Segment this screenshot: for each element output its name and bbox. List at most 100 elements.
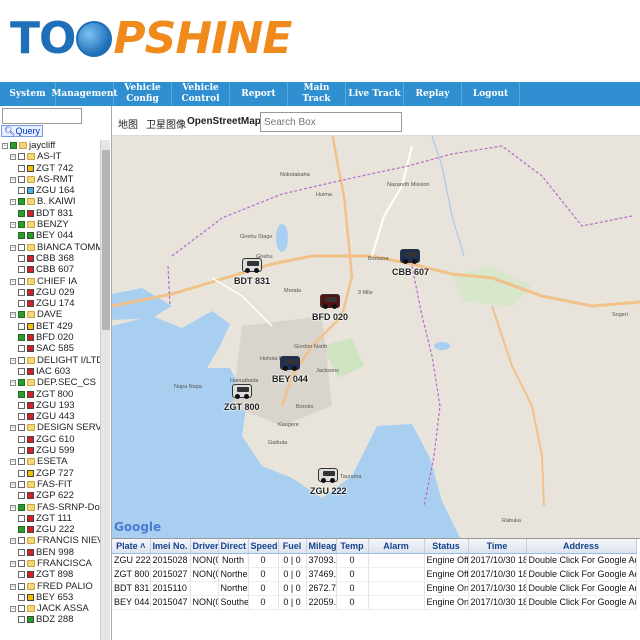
expand-collapse-icon[interactable]: − xyxy=(10,176,16,183)
tree-vehicle-item[interactable]: BEY 044 xyxy=(0,230,100,241)
tree-checkbox[interactable] xyxy=(18,492,25,500)
column-header[interactable]: Time xyxy=(468,539,527,554)
expand-collapse-icon[interactable]: − xyxy=(10,199,16,206)
expand-collapse-icon[interactable]: − xyxy=(10,583,16,590)
nav-system[interactable]: System xyxy=(0,82,56,106)
nav-report[interactable]: Report xyxy=(230,82,288,106)
tree-checkbox[interactable] xyxy=(18,413,25,421)
tree-vehicle-item[interactable]: CBB 368 xyxy=(0,253,100,264)
tree-checkbox[interactable] xyxy=(18,221,25,229)
nav-live-track[interactable]: Live Track xyxy=(346,82,404,106)
tree-group-item[interactable]: − BIANCA TOMME xyxy=(0,242,100,253)
tree-checkbox[interactable] xyxy=(18,605,25,613)
tree-group-item[interactable]: − DELIGHT I/LTD xyxy=(0,355,100,366)
vehicle-marker-icon[interactable] xyxy=(320,294,340,309)
tree-vehicle-item[interactable]: ZGU 443 xyxy=(0,411,100,422)
tree-checkbox[interactable] xyxy=(18,514,25,522)
tree-checkbox[interactable] xyxy=(18,480,25,488)
tree-vehicle-item[interactable]: ZGT 111 xyxy=(0,513,100,524)
column-header[interactable]: Driver xyxy=(190,539,219,554)
tree-vehicle-item[interactable]: BDT 831 xyxy=(0,208,100,219)
vehicle-marker-icon[interactable] xyxy=(318,468,338,483)
tree-vehicle-item[interactable]: ZGT 742 xyxy=(0,163,100,174)
expand-collapse-icon[interactable]: − xyxy=(10,606,16,613)
nav-vehicle-config[interactable]: Vehicle Config xyxy=(114,82,172,106)
column-header[interactable]: Address xyxy=(526,539,637,554)
tree-vehicle-item[interactable]: BFD 020 xyxy=(0,332,100,343)
table-row[interactable]: BDT 8312015110Northea00 | 02672.780Engin… xyxy=(112,581,637,596)
tree-checkbox[interactable] xyxy=(18,266,25,274)
expand-collapse-icon[interactable]: − xyxy=(10,504,16,511)
tree-checkbox[interactable] xyxy=(18,209,25,217)
tree-checkbox[interactable] xyxy=(18,175,25,183)
tree-vehicle-item[interactable]: ZGU 193 xyxy=(0,400,100,411)
vehicle-marker-icon[interactable] xyxy=(280,356,300,371)
tree-checkbox[interactable] xyxy=(18,571,25,579)
column-header[interactable]: Mileage xyxy=(306,539,337,554)
tree-vehicle-item[interactable]: ZGU 174 xyxy=(0,298,100,309)
expand-collapse-icon[interactable]: − xyxy=(10,538,16,545)
tree-vehicle-item[interactable]: ZGP 622 xyxy=(0,490,100,501)
column-header[interactable]: Temp xyxy=(336,539,369,554)
tree-group-item[interactable]: − ESETA xyxy=(0,456,100,467)
expand-collapse-icon[interactable]: − xyxy=(2,143,8,149)
nav-vehicle-control[interactable]: Vehicle Control xyxy=(172,82,230,106)
column-header[interactable]: Speed xyxy=(248,539,279,554)
tree-checkbox[interactable] xyxy=(18,559,25,567)
expand-collapse-icon[interactable]: − xyxy=(10,357,16,364)
tree-checkbox[interactable] xyxy=(10,142,17,149)
vehicle-search-input[interactable] xyxy=(2,108,82,124)
tree-checkbox[interactable] xyxy=(18,187,25,195)
scrollbar-thumb[interactable] xyxy=(102,150,110,330)
nav-management[interactable]: Management xyxy=(51,82,118,106)
expand-collapse-icon[interactable]: − xyxy=(10,560,16,567)
tree-vehicle-item[interactable]: BET 429 xyxy=(0,321,100,332)
tree-group-item[interactable]: − DEP.SEC_CS xyxy=(0,377,100,388)
tree-group-item[interactable]: − AS-RMT xyxy=(0,174,100,185)
tree-group-item[interactable]: − DAVE xyxy=(0,309,100,320)
tree-vehicle-item[interactable]: ZGU 599 xyxy=(0,445,100,456)
tree-checkbox[interactable] xyxy=(18,503,25,511)
tree-checkbox[interactable] xyxy=(18,198,25,206)
tree-checkbox[interactable] xyxy=(18,537,25,545)
nav-replay[interactable]: Replay xyxy=(404,82,462,106)
tree-vehicle-item[interactable]: ZGT 898 xyxy=(0,569,100,580)
tree-group-item[interactable]: − FRED PALIO xyxy=(0,581,100,592)
tree-group-item[interactable]: − AS-IT xyxy=(0,151,100,162)
tree-checkbox[interactable] xyxy=(18,153,25,161)
sidebar-scrollbar[interactable] xyxy=(100,140,110,640)
column-header[interactable]: Imei No. xyxy=(150,539,191,554)
tree-checkbox[interactable] xyxy=(18,401,25,409)
column-header[interactable]: Status xyxy=(424,539,469,554)
map-view[interactable]: 地图 卫星图像 OpenStreetMap Nokotabaha Huima Naz… xyxy=(112,106,640,538)
tab-openstreetmap[interactable]: OpenStreetMap xyxy=(187,116,261,127)
tree-checkbox[interactable] xyxy=(18,367,25,375)
expand-collapse-icon[interactable]: − xyxy=(10,380,16,387)
expand-collapse-icon[interactable]: − xyxy=(10,459,16,466)
tree-checkbox[interactable] xyxy=(18,548,25,556)
tree-group-item[interactable]: − JACK ASSA xyxy=(0,603,100,614)
column-header[interactable]: Plate ˄ xyxy=(112,539,151,554)
tree-group-item[interactable]: − FRANCISCA xyxy=(0,558,100,569)
vehicle-marker-icon[interactable] xyxy=(242,258,262,273)
query-button[interactable]: 🔍︎Query xyxy=(1,125,43,137)
tree-group-item[interactable]: − FRANCIS NIEVA xyxy=(0,535,100,546)
expand-collapse-icon[interactable]: − xyxy=(10,154,16,161)
expand-collapse-icon[interactable]: − xyxy=(10,481,16,488)
table-row[interactable]: ZGU 2222015028NON(0)North00 | 037093.50E… xyxy=(112,553,637,568)
tree-checkbox[interactable] xyxy=(18,334,25,342)
tree-checkbox[interactable] xyxy=(18,435,25,443)
tree-vehicle-item[interactable]: ZGU 222 xyxy=(0,524,100,535)
tree-vehicle-item[interactable]: BEN 998 xyxy=(0,547,100,558)
tree-checkbox[interactable] xyxy=(18,164,25,172)
vehicle-marker-icon[interactable] xyxy=(232,384,252,399)
expand-collapse-icon[interactable]: − xyxy=(10,312,16,319)
tree-checkbox[interactable] xyxy=(18,458,25,466)
expand-collapse-icon[interactable]: − xyxy=(10,425,16,432)
tree-checkbox[interactable] xyxy=(18,322,25,330)
tree-group-item[interactable]: − B. KAIWI xyxy=(0,196,100,207)
tab-map[interactable]: 地图 xyxy=(118,116,138,131)
tree-group-item[interactable]: − FAS-FIT xyxy=(0,479,100,490)
tree-checkbox[interactable] xyxy=(18,288,25,296)
column-header[interactable]: Direct xyxy=(218,539,249,554)
